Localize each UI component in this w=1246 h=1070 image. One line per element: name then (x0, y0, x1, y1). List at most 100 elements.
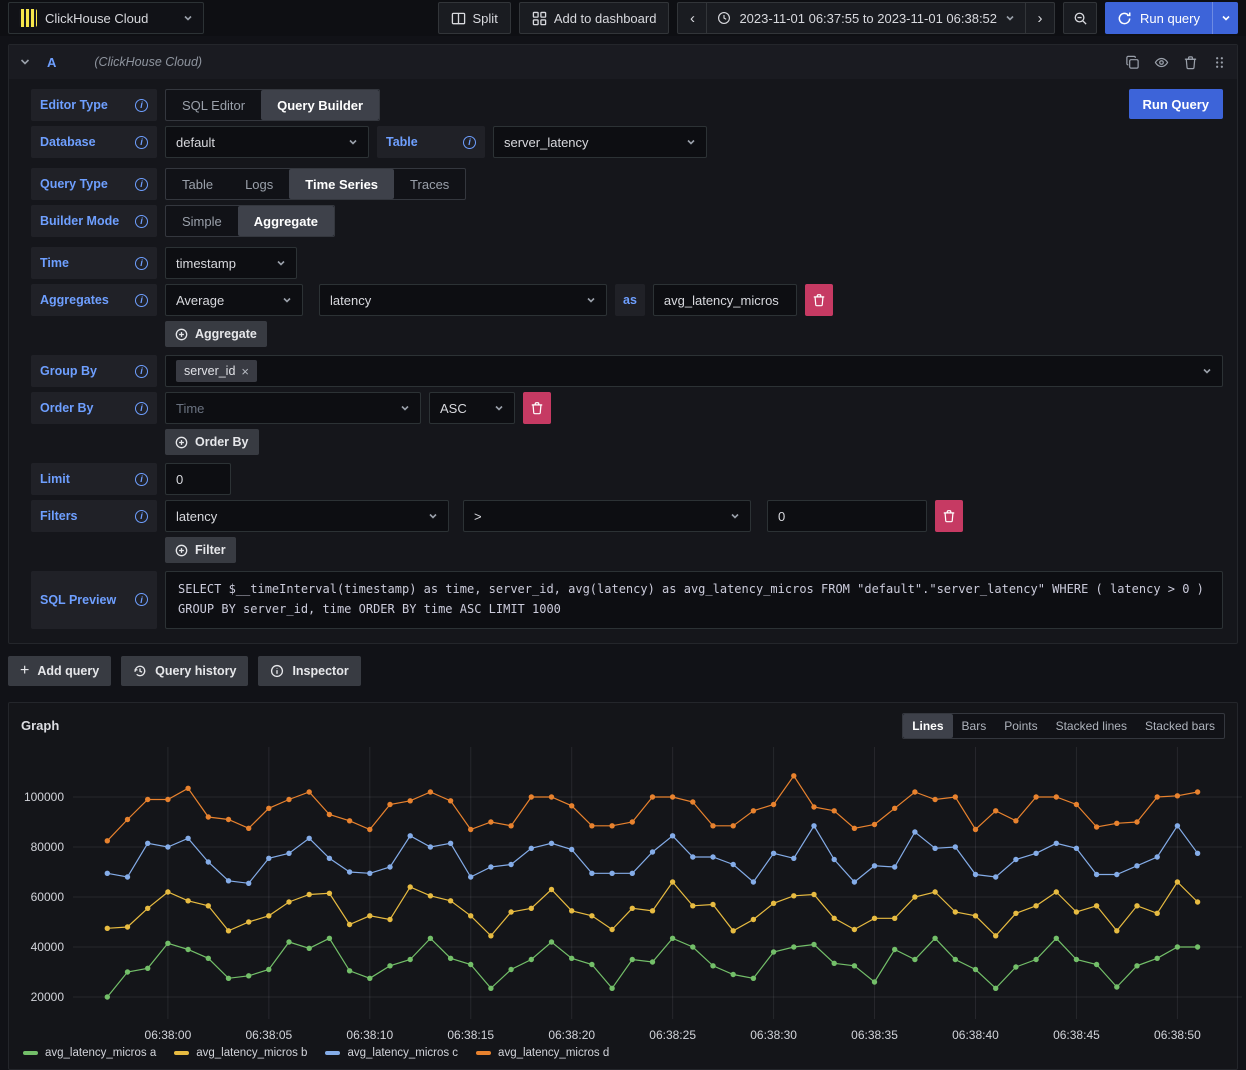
info-circle-icon (270, 664, 284, 678)
eye-icon (1154, 55, 1169, 70)
query-type-switch: Table Logs Time Series Traces (165, 168, 466, 200)
svg-text:06:38:00: 06:38:00 (145, 1028, 192, 1042)
info-icon[interactable]: i (135, 215, 148, 228)
order-by-field-select[interactable]: Time (165, 392, 421, 424)
drag-query-handle[interactable] (1212, 55, 1227, 70)
remove-order-by-button[interactable] (523, 392, 551, 424)
remove-aggregate-button[interactable] (805, 284, 833, 316)
builder-mode-simple[interactable]: Simple (166, 206, 238, 236)
time-column-select[interactable]: timestamp (165, 247, 297, 279)
run-query-inline-button[interactable]: Run Query (1129, 89, 1223, 119)
aggregates-label: Aggregatesi (31, 284, 157, 316)
editor-type-sql-editor[interactable]: SQL Editor (166, 90, 261, 120)
chevron-down-icon (400, 403, 410, 413)
legend-item[interactable]: avg_latency_micros b (174, 1047, 307, 1059)
editor-type-query-builder[interactable]: Query Builder (261, 90, 379, 120)
editor-type-switch: SQL Editor Query Builder (165, 89, 380, 121)
svg-text:06:38:20: 06:38:20 (548, 1028, 595, 1042)
add-aggregate-button[interactable]: Aggregate (165, 321, 267, 347)
builder-mode-aggregate[interactable]: Aggregate (238, 206, 334, 236)
info-icon[interactable]: i (135, 257, 148, 270)
add-query-button[interactable]: +Add query (8, 656, 111, 686)
graph-mode-bars[interactable]: Bars (953, 714, 996, 738)
info-icon[interactable]: i (463, 136, 476, 149)
time-shift-forward-button[interactable]: › (1025, 2, 1055, 34)
legend-item[interactable]: avg_latency_micros d (476, 1047, 609, 1059)
zoom-out-time-button[interactable] (1063, 2, 1097, 34)
as-label: as (615, 284, 645, 316)
graph-mode-stacked-lines[interactable]: Stacked lines (1047, 714, 1136, 738)
graph-mode-stacked-bars[interactable]: Stacked bars (1136, 714, 1224, 738)
graph-mode-lines[interactable]: Lines (903, 714, 952, 738)
inspector-button[interactable]: Inspector (258, 656, 360, 686)
remove-query-button[interactable] (1183, 55, 1198, 70)
remove-tag-icon[interactable]: × (241, 364, 249, 379)
legend-series-label: avg_latency_micros c (347, 1047, 458, 1059)
time-label: Timei (31, 247, 157, 279)
trash-icon (812, 293, 826, 307)
datasource-label: ClickHouse Cloud (45, 11, 175, 26)
plus-circle-icon (175, 544, 188, 557)
group-by-multiselect[interactable]: server_id× (165, 355, 1223, 387)
disable-query-button[interactable] (1154, 55, 1169, 70)
info-icon[interactable]: i (135, 402, 148, 415)
sql-preview-text: SELECT $__timeInterval(timestamp) as tim… (165, 571, 1223, 629)
info-icon[interactable]: i (135, 593, 148, 606)
chevron-down-icon (183, 13, 193, 23)
add-to-dashboard-button[interactable]: Add to dashboard (519, 2, 670, 34)
legend-item[interactable]: avg_latency_micros c (325, 1047, 458, 1059)
aggregate-function-select[interactable]: Average (165, 284, 303, 316)
trash-icon (530, 401, 544, 415)
add-filter-button[interactable]: Filter (165, 537, 236, 563)
filter-operator-select[interactable]: > (463, 500, 751, 532)
legend-series-label: avg_latency_micros b (196, 1047, 307, 1059)
time-range-picker[interactable]: 2023-11-01 06:37:55 to 2023-11-01 06:38:… (706, 2, 1026, 34)
query-type-traces[interactable]: Traces (394, 169, 465, 199)
query-type-table[interactable]: Table (166, 169, 229, 199)
split-button[interactable]: Split (438, 2, 511, 34)
graph-style-switch: Lines Bars Points Stacked lines Stacked … (902, 713, 1225, 739)
run-query-dropdown-button[interactable] (1212, 2, 1238, 34)
info-icon[interactable]: i (135, 473, 148, 486)
aggregate-alias-input[interactable]: avg_latency_micros (653, 284, 797, 316)
query-type-logs[interactable]: Logs (229, 169, 289, 199)
chevron-down-icon (494, 403, 504, 413)
collapse-chevron-icon[interactable] (19, 56, 31, 68)
chart-legend: avg_latency_micros a avg_latency_micros b… (17, 1045, 1229, 1065)
run-query-button[interactable]: Run query (1105, 2, 1212, 34)
duplicate-query-button[interactable] (1125, 55, 1140, 70)
svg-text:06:38:25: 06:38:25 (649, 1028, 696, 1042)
svg-text:06:38:40: 06:38:40 (952, 1028, 999, 1042)
plus-circle-icon (175, 328, 188, 341)
svg-text:06:38:30: 06:38:30 (750, 1028, 797, 1042)
add-order-by-button[interactable]: Order By (165, 429, 259, 455)
magnifier-minus-icon (1073, 11, 1088, 26)
chevron-down-icon (586, 295, 596, 305)
database-select[interactable]: default (165, 126, 369, 158)
add-to-dashboard-label: Add to dashboard (554, 11, 657, 26)
table-select[interactable]: server_latency (493, 126, 707, 158)
graph-mode-points[interactable]: Points (995, 714, 1046, 738)
info-icon[interactable]: i (135, 99, 148, 112)
plus-icon: + (20, 663, 29, 679)
filter-column-select[interactable]: latency (165, 500, 449, 532)
order-direction-select[interactable]: ASC (429, 392, 515, 424)
query-row-header[interactable]: A (ClickHouse Cloud) (9, 45, 1237, 79)
info-icon[interactable]: i (135, 294, 148, 307)
filter-value-input[interactable]: 0 (767, 500, 927, 532)
info-icon[interactable]: i (135, 178, 148, 191)
svg-text:06:38:15: 06:38:15 (447, 1028, 494, 1042)
aggregate-column-select[interactable]: latency (319, 284, 607, 316)
remove-filter-button[interactable] (935, 500, 963, 532)
query-history-button[interactable]: Query history (121, 656, 248, 686)
info-icon[interactable]: i (135, 136, 148, 149)
query-type-time-series[interactable]: Time Series (289, 169, 394, 199)
info-icon[interactable]: i (135, 510, 148, 523)
limit-input[interactable]: 0 (165, 463, 231, 495)
time-shift-back-button[interactable]: ‹ (677, 2, 707, 34)
latency-chart[interactable]: 2000040000600008000010000006:38:0006:38:… (17, 745, 1245, 1045)
datasource-picker[interactable]: ClickHouse Cloud (8, 2, 204, 34)
sql-preview-label: SQL Previewi (31, 571, 157, 629)
legend-item[interactable]: avg_latency_micros a (23, 1047, 156, 1059)
info-icon[interactable]: i (135, 365, 148, 378)
